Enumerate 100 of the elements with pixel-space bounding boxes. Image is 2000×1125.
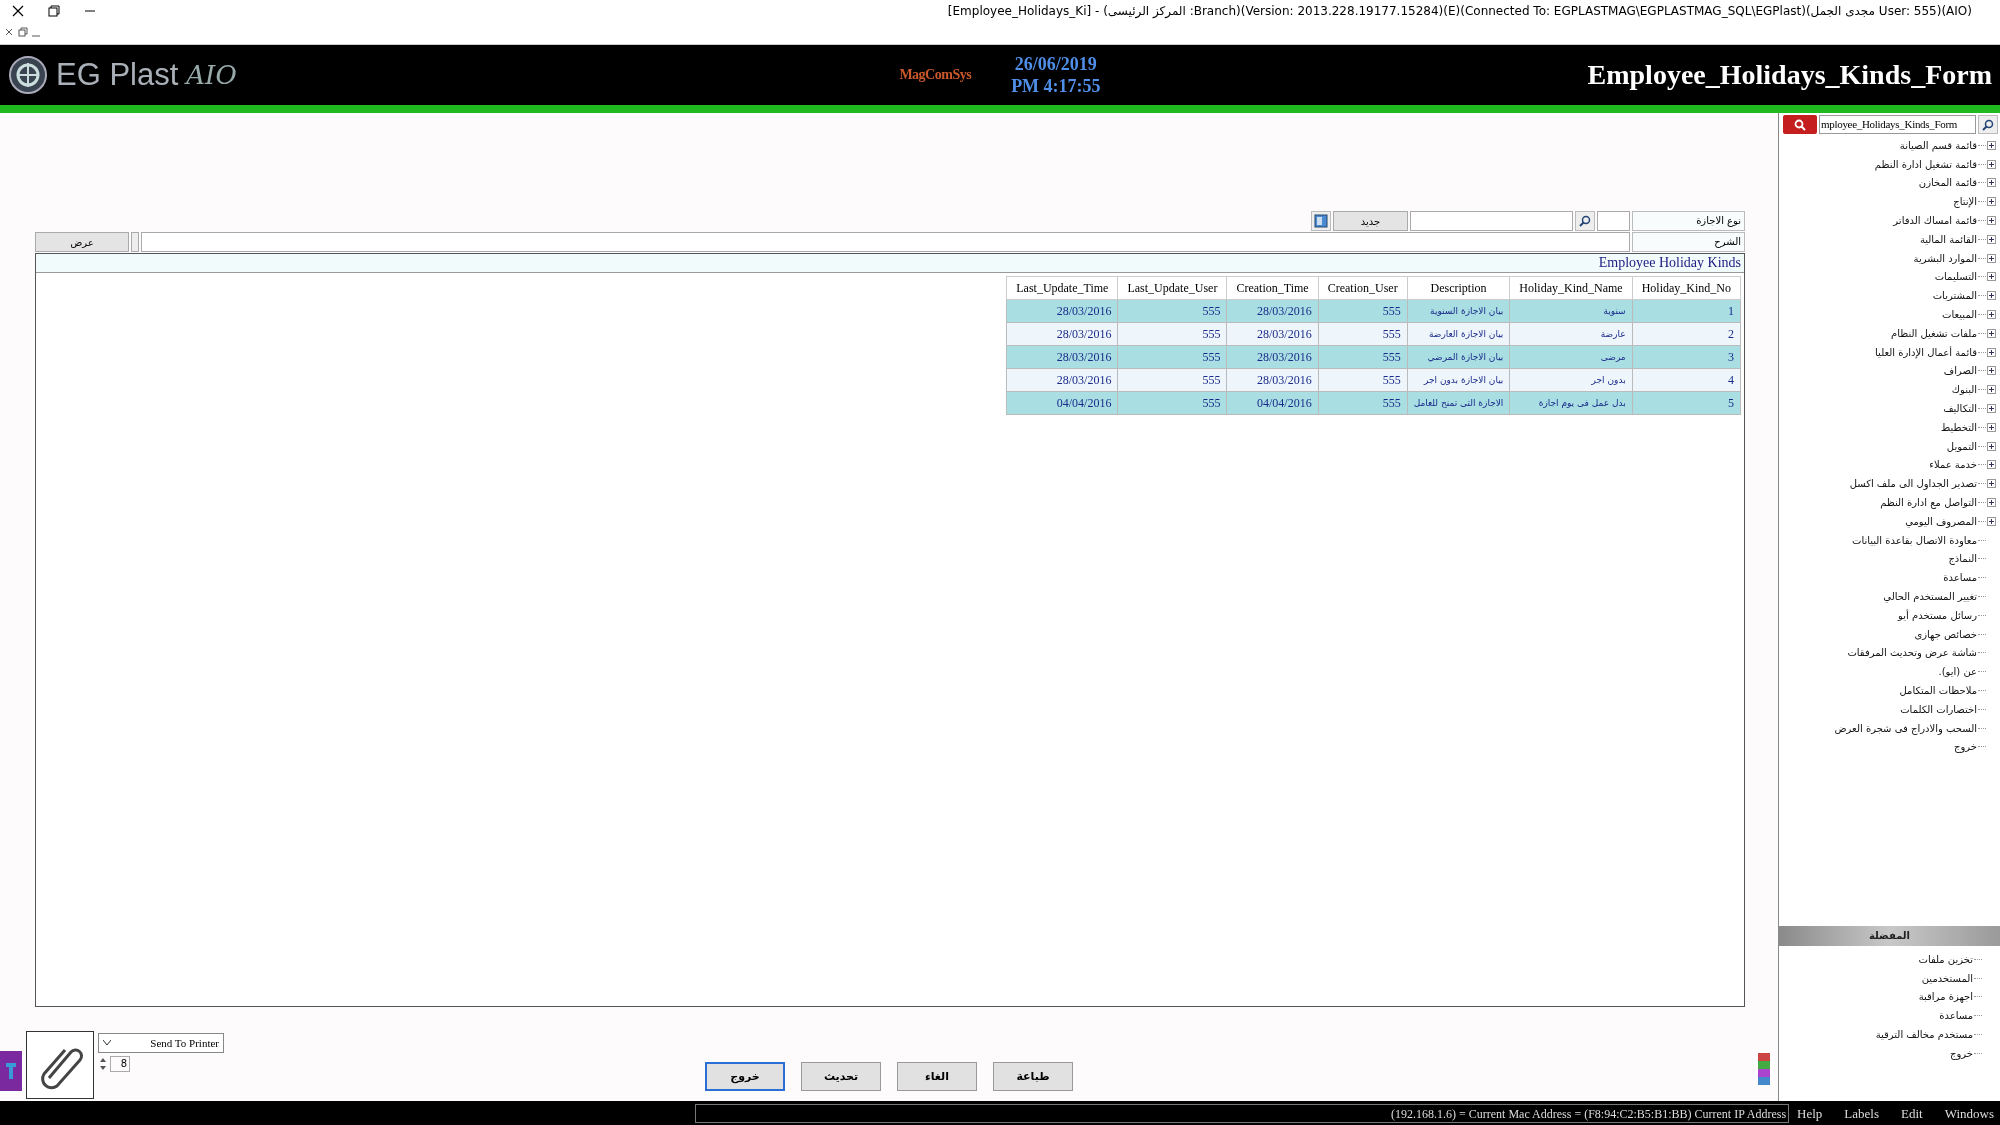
- menu-item[interactable]: التكاليف: [1943, 403, 1977, 415]
- menu-item[interactable]: قائمة المخازن: [1918, 177, 1977, 189]
- column-header[interactable]: Creation_Time: [1226, 276, 1319, 300]
- column-header[interactable]: Last_Update_Time: [1006, 276, 1118, 300]
- search-icon[interactable]: [1575, 211, 1595, 231]
- expand-icon[interactable]: [1987, 291, 1996, 301]
- action-button[interactable]: خروج: [705, 1062, 785, 1091]
- table-cell: 555: [1318, 322, 1408, 346]
- menu-item[interactable]: المبيعات: [1942, 309, 1977, 321]
- menu-item[interactable]: الإنتاج: [1953, 196, 1977, 208]
- expand-icon[interactable]: [1987, 253, 1996, 263]
- search-icon[interactable]: [1978, 115, 1998, 134]
- expand-icon[interactable]: [1987, 197, 1996, 207]
- action-button[interactable]: الغاء: [897, 1062, 977, 1091]
- window-title: [Employee_Holidays_Ki] - (المركز الرئيسى :Branch)(Version: 2013.228.19177.15284)(E)(Connected To: EGPLASTMAG\EGPLASTMAG_SQL\EGPlast)(مجدى الجمل User: 555)(AIO): [946, 4, 1973, 18]
- expand-icon[interactable]: [1987, 460, 1996, 470]
- menu-item[interactable]: Help: [1797, 1105, 1823, 1122]
- menu-item[interactable]: معاودة الاتصال بقاعدة البيانات: [1851, 534, 1977, 546]
- table-cell: 4: [1632, 368, 1741, 392]
- spinner-icon[interactable]: [98, 1056, 108, 1072]
- menu-item[interactable]: التخطيط: [1941, 421, 1977, 433]
- menu-item[interactable]: Windows: [1944, 1105, 1994, 1122]
- column-header[interactable]: Creation_User: [1318, 276, 1408, 300]
- expand-icon[interactable]: [1987, 498, 1996, 508]
- window-icon[interactable]: [1311, 211, 1331, 231]
- close-icon: [12, 5, 24, 17]
- action-button[interactable]: طباعة: [993, 1062, 1073, 1091]
- expand-icon[interactable]: [1987, 385, 1996, 395]
- menu-item[interactable]: المصروف اليومي: [1905, 515, 1977, 527]
- menu-item[interactable]: البنوك: [1951, 384, 1977, 396]
- table-cell: 5: [1632, 391, 1741, 415]
- code-field[interactable]: [1597, 211, 1630, 231]
- expand-icon[interactable]: [1987, 310, 1996, 320]
- search-button[interactable]: [1783, 115, 1817, 134]
- expand-icon[interactable]: [1987, 441, 1996, 451]
- menu-item[interactable]: Labels: [1844, 1105, 1879, 1122]
- copies-field[interactable]: 8: [110, 1056, 130, 1072]
- table-cell: 2: [1632, 322, 1741, 346]
- expand-icon[interactable]: [1987, 347, 1996, 357]
- menu-item[interactable]: القائمة المالية: [1919, 233, 1977, 245]
- table-cell: 555: [1318, 368, 1408, 392]
- pin-icon[interactable]: [0, 1051, 22, 1091]
- expand-icon[interactable]: [1987, 422, 1996, 432]
- menu-item[interactable]: اختصارات الكلمات: [1900, 703, 1977, 715]
- menu-item[interactable]: Edit: [1901, 1105, 1923, 1122]
- column-header[interactable]: Holiday_Kind_Name: [1509, 276, 1633, 300]
- table-cell: بيان الاجازة المرضي: [1407, 345, 1510, 369]
- expand-icon[interactable]: [1987, 159, 1996, 169]
- expand-icon[interactable]: [1987, 140, 1996, 150]
- column-header[interactable]: Last_Update_User: [1117, 276, 1227, 300]
- favorite-item[interactable]: مستخدم مخالف الترقية: [1875, 1029, 1973, 1041]
- menu-item[interactable]: خدمة عملاء: [1929, 459, 1977, 471]
- menu-item[interactable]: ملاحظات المتكامل: [1899, 685, 1977, 696]
- menu-item[interactable]: خصائص جهازى: [1914, 628, 1977, 640]
- column-header[interactable]: Holiday_Kind_No: [1632, 276, 1741, 300]
- menu-item[interactable]: مساعدة: [1943, 572, 1977, 584]
- menu-item[interactable]: التمويل: [1946, 440, 1977, 452]
- menu-item[interactable]: التواصل مع ادارة النظم: [1880, 497, 1977, 509]
- expand-icon[interactable]: [1987, 234, 1996, 244]
- menu-item[interactable]: خروج: [1954, 741, 1977, 753]
- expand-icon[interactable]: [1987, 404, 1996, 414]
- expand-icon[interactable]: [1987, 178, 1996, 188]
- expand-icon[interactable]: [1987, 516, 1996, 526]
- menu-item[interactable]: رسائل مستخدم أيو: [1898, 609, 1977, 621]
- menu-item[interactable]: شاشة عرض وتحديث المرفقات: [1847, 647, 1977, 659]
- favorite-item[interactable]: تخزين ملفات: [1918, 953, 1973, 965]
- description-field[interactable]: [141, 232, 1630, 252]
- favorite-item[interactable]: اجهزة مراقبة: [1918, 991, 1973, 1003]
- expand-icon[interactable]: [1987, 216, 1996, 226]
- menu-item[interactable]: قائمة امساك الدفاتر: [1893, 215, 1977, 227]
- menu-item[interactable]: النماذج: [1948, 553, 1977, 565]
- menu-item[interactable]: الموارد البشرية: [1913, 252, 1977, 264]
- expand-icon[interactable]: [1987, 479, 1996, 489]
- menu-item[interactable]: تصدير الجداول الى ملف اكسل: [1849, 478, 1977, 490]
- favorite-item[interactable]: خروج: [1950, 1047, 1973, 1059]
- menu-item[interactable]: المشتريات: [1932, 290, 1977, 302]
- expand-icon[interactable]: [1987, 328, 1996, 338]
- menu-item[interactable]: عن (ايو).: [1938, 666, 1977, 678]
- column-header[interactable]: Description: [1407, 276, 1510, 300]
- menu-item[interactable]: ملفات تشغيل النظام: [1891, 327, 1977, 339]
- favorite-item[interactable]: مساعدة: [1939, 1010, 1973, 1022]
- menu-item[interactable]: قائمة تشغيل ادارة النظم: [1874, 158, 1977, 170]
- menu-item[interactable]: السحب والادراج فى شجرة العرض: [1834, 722, 1977, 734]
- show-button[interactable]: عرض: [35, 232, 129, 252]
- menu-item[interactable]: قائمة قسم الصيانة: [1899, 139, 1977, 151]
- new-button[interactable]: جديد: [1333, 211, 1408, 231]
- action-button[interactable]: تحديث: [801, 1062, 881, 1091]
- menu-item[interactable]: الصراف: [1943, 365, 1977, 377]
- search-field[interactable]: [1410, 211, 1573, 231]
- menu-item[interactable]: التسليمات: [1934, 271, 1977, 283]
- attachment-icon[interactable]: [26, 1031, 94, 1099]
- favorite-item[interactable]: المستخدمين: [1921, 972, 1973, 984]
- restore-button[interactable]: [18, 27, 30, 39]
- menu-item[interactable]: قائمة أعمال الإدارة العليا: [1875, 346, 1977, 358]
- menu-item[interactable]: تغيير المستخدم الحالي: [1883, 591, 1977, 602]
- printer-dropdown[interactable]: Send To Printer: [98, 1033, 224, 1053]
- table-cell: 28/03/2016: [1006, 345, 1118, 369]
- expand-icon[interactable]: [1987, 366, 1996, 376]
- expand-icon[interactable]: [1987, 272, 1996, 282]
- search-field[interactable]: mployee_Holidays_Kinds_Form: [1819, 115, 1976, 134]
